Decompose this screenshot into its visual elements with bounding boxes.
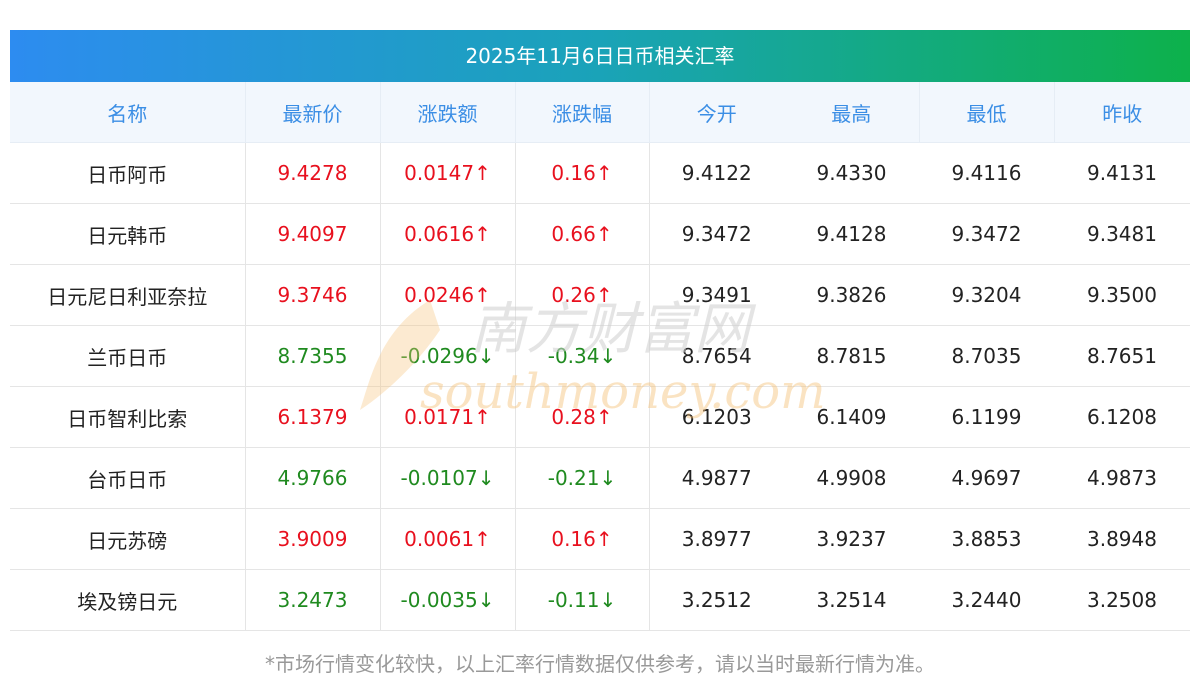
cell-name: 日元尼日利亚奈拉 xyxy=(10,264,246,326)
cell-change-pct: 0.28↑ xyxy=(515,386,650,448)
cell-latest: 3.2473 xyxy=(245,569,381,631)
cell-prev-close: 3.2508 xyxy=(1054,569,1190,631)
cell-change-pct: 0.16↑ xyxy=(515,508,650,570)
cell-high: 4.9908 xyxy=(784,447,919,509)
cell-open: 8.7654 xyxy=(649,325,784,387)
table-row: 台币日币 4.9766 -0.0107↓ -0.21↓ 4.9877 4.9908 4.96… xyxy=(10,447,1190,509)
cell-latest: 4.9766 xyxy=(245,447,381,509)
cell-open: 3.8977 xyxy=(649,508,784,570)
table-row: 埃及镑日元 3.2473 -0.0035↓ -0.11↓ 3.2512 3.2514 3.2… xyxy=(10,569,1190,631)
cell-prev-close: 4.9873 xyxy=(1054,447,1190,509)
cell-low: 9.3204 xyxy=(919,264,1054,326)
cell-high: 3.9237 xyxy=(784,508,919,570)
cell-low: 4.9697 xyxy=(919,447,1054,509)
table-title: 2025年11月6日日币相关汇率 xyxy=(10,30,1190,82)
cell-prev-close: 3.8948 xyxy=(1054,508,1190,570)
table-row: 日元苏磅 3.9009 0.0061↑ 0.16↑ 3.8977 3.9237 3.8853… xyxy=(10,508,1190,570)
column-header-open: 今开 xyxy=(649,82,784,143)
exchange-rate-table: 名称 最新价 涨跌额 涨跌幅 今开 最高 最低 昨收 日币阿币 9.4278 0.0… xyxy=(10,82,1190,631)
cell-high: 9.4128 xyxy=(784,203,919,265)
table-row: 日币阿币 9.4278 0.0147↑ 0.16↑ 9.4122 9.4330 9.4116… xyxy=(10,142,1190,204)
cell-high: 8.7815 xyxy=(784,325,919,387)
column-header-low: 最低 xyxy=(919,82,1055,143)
cell-change: 0.0061↑ xyxy=(380,508,516,570)
cell-high: 9.4330 xyxy=(784,142,919,204)
cell-low: 9.3472 xyxy=(919,203,1054,265)
cell-prev-close: 9.4131 xyxy=(1054,142,1190,204)
cell-latest: 9.4097 xyxy=(245,203,381,265)
column-header-high: 最高 xyxy=(784,82,920,143)
cell-low: 3.8853 xyxy=(919,508,1054,570)
table-row: 日币智利比索 6.1379 0.0171↑ 0.28↑ 6.1203 6.1409 6.11… xyxy=(10,386,1190,448)
cell-low: 6.1199 xyxy=(919,386,1054,448)
cell-change-pct: 0.16↑ xyxy=(515,142,650,204)
cell-open: 9.3491 xyxy=(649,264,784,326)
column-header-name: 名称 xyxy=(10,82,246,143)
cell-change-pct: -0.21↓ xyxy=(515,447,650,509)
cell-latest: 9.4278 xyxy=(245,142,381,204)
cell-name: 日元苏磅 xyxy=(10,508,246,570)
column-header-change-pct: 涨跌幅 xyxy=(515,82,650,143)
cell-change: 0.0246↑ xyxy=(380,264,516,326)
cell-low: 8.7035 xyxy=(919,325,1054,387)
cell-open: 9.3472 xyxy=(649,203,784,265)
cell-change: 0.0147↑ xyxy=(380,142,516,204)
cell-name: 台币日币 xyxy=(10,447,246,509)
cell-change: -0.0035↓ xyxy=(380,569,516,631)
cell-prev-close: 9.3500 xyxy=(1054,264,1190,326)
cell-open: 6.1203 xyxy=(649,386,784,448)
cell-change-pct: 0.26↑ xyxy=(515,264,650,326)
cell-prev-close: 8.7651 xyxy=(1054,325,1190,387)
cell-change: 0.0616↑ xyxy=(380,203,516,265)
column-header-change: 涨跌额 xyxy=(380,82,516,143)
cell-name: 日币智利比索 xyxy=(10,386,246,448)
table-header-row: 名称 最新价 涨跌额 涨跌幅 今开 最高 最低 昨收 xyxy=(10,82,1190,143)
cell-low: 3.2440 xyxy=(919,569,1054,631)
cell-high: 3.2514 xyxy=(784,569,919,631)
table-row: 日元尼日利亚奈拉 9.3746 0.0246↑ 0.26↑ 9.3491 9.3826 9.… xyxy=(10,264,1190,326)
cell-change: -0.0296↓ xyxy=(380,325,516,387)
cell-open: 4.9877 xyxy=(649,447,784,509)
cell-change-pct: -0.11↓ xyxy=(515,569,650,631)
cell-open: 3.2512 xyxy=(649,569,784,631)
rate-table-container: 2025年11月6日日币相关汇率 名称 最新价 涨跌额 涨跌幅 今开 最高 最低… xyxy=(10,30,1190,631)
cell-change: -0.0107↓ xyxy=(380,447,516,509)
cell-latest: 6.1379 xyxy=(245,386,381,448)
table-row: 日元韩币 9.4097 0.0616↑ 0.66↑ 9.3472 9.4128 9.3472… xyxy=(10,203,1190,265)
cell-latest: 8.7355 xyxy=(245,325,381,387)
cell-change-pct: 0.66↑ xyxy=(515,203,650,265)
cell-name: 兰币日币 xyxy=(10,325,246,387)
cell-latest: 9.3746 xyxy=(245,264,381,326)
cell-low: 9.4116 xyxy=(919,142,1054,204)
cell-name: 日币阿币 xyxy=(10,142,246,204)
disclaimer-footnote: *市场行情变化较快，以上汇率行情数据仅供参考，请以当时最新行情为准。 xyxy=(265,652,935,676)
cell-open: 9.4122 xyxy=(649,142,784,204)
cell-change-pct: -0.34↓ xyxy=(515,325,650,387)
cell-name: 埃及镑日元 xyxy=(10,569,246,631)
cell-name: 日元韩币 xyxy=(10,203,246,265)
cell-prev-close: 6.1208 xyxy=(1054,386,1190,448)
cell-change: 0.0171↑ xyxy=(380,386,516,448)
cell-prev-close: 9.3481 xyxy=(1054,203,1190,265)
column-header-prev-close: 昨收 xyxy=(1054,82,1190,143)
table-row: 兰币日币 8.7355 -0.0296↓ -0.34↓ 8.7654 8.7815 8.70… xyxy=(10,325,1190,387)
cell-high: 6.1409 xyxy=(784,386,919,448)
cell-high: 9.3826 xyxy=(784,264,919,326)
cell-latest: 3.9009 xyxy=(245,508,381,570)
column-header-latest: 最新价 xyxy=(245,82,381,143)
